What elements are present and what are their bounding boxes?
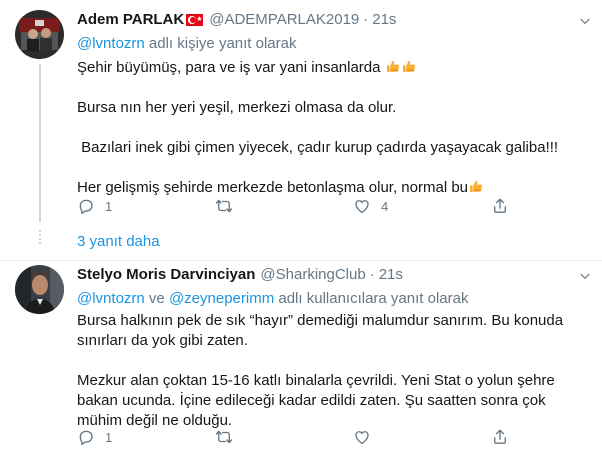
show-more-replies-link[interactable]: 3 yanıt daha (77, 232, 160, 252)
reply-context: @lvntozrn ve @zeyneperimm adlı kullanıcı… (77, 289, 590, 309)
handle[interactable]: @SharkingClub (260, 265, 365, 285)
chevron-down-icon[interactable] (578, 14, 592, 28)
reply-mention[interactable]: @zeyneperimm (169, 290, 274, 307)
reply-button[interactable]: 1 (77, 196, 215, 216)
thread-dots (39, 230, 41, 246)
share-button[interactable] (491, 196, 517, 216)
heart-icon (353, 428, 371, 446)
display-name[interactable]: Adem PARLAK (77, 10, 184, 30)
chevron-down-icon[interactable] (578, 269, 592, 283)
like-button[interactable]: 4 (353, 196, 491, 216)
handle[interactable]: @ADEMPARLAK2019 (209, 10, 359, 30)
share-button[interactable] (491, 427, 517, 447)
share-icon (491, 197, 509, 215)
heart-icon (353, 197, 371, 215)
display-name[interactable]: Stelyo Moris Darvinciyan (77, 265, 255, 285)
reply-context-text: adlı kullanıcılara yanıt olarak (274, 290, 469, 307)
reply-mention[interactable]: @lvntozrn (77, 35, 145, 52)
like-button[interactable] (353, 427, 491, 447)
tweet-line: Şehir büyümüş, para ve iş var yani insan… (77, 59, 381, 76)
separator: · (369, 266, 375, 283)
timestamp[interactable]: 21s (379, 265, 403, 285)
thumbs-up-icon (468, 178, 484, 194)
reply-icon (77, 428, 95, 446)
timestamp[interactable]: 21s (372, 10, 396, 30)
thumbs-up-icon (385, 58, 401, 74)
tweet-line: Her gelişmiş şehirde merkezde betonlaşma… (77, 179, 469, 196)
reply-count: 1 (105, 198, 113, 214)
tweet-text: Bursa halkının pek de sık “hayır” demedi… (77, 311, 590, 431)
tweet[interactable]: Stelyo Moris Darvinciyan @SharkingClub ·… (0, 260, 602, 460)
reply-context-text: ve (144, 290, 169, 307)
thread-line (39, 64, 41, 222)
retweet-button[interactable] (215, 196, 353, 216)
reply-context: @lvntozrn adlı kişiye yanıt olarak (77, 34, 590, 54)
reply-count: 1 (105, 429, 113, 445)
turkey-flag-icon: ★ (186, 14, 204, 26)
tweet-paragraph: Mezkur alan çoktan 15-16 katlı binalarla… (77, 372, 559, 429)
tweet-paragraph: Bursa halkının pek de sık “hayır” demedi… (77, 312, 568, 349)
like-count: 4 (381, 198, 389, 214)
tweet-actions: 1 (77, 427, 517, 447)
tweet[interactable]: Adem PARLAK ★ @ADEMPARLAK2019 · 21s @lvn… (0, 0, 602, 260)
reply-icon (77, 197, 95, 215)
reply-context-text: adlı kişiye yanıt olarak (144, 35, 297, 52)
tweet-line: Bazılari inek gibi çimen yiyecek, çadır … (77, 139, 559, 156)
reply-button[interactable]: 1 (77, 427, 215, 447)
tweet-text: Şehir büyümüş, para ve iş var yani insan… (77, 58, 590, 198)
reply-mention[interactable]: @lvntozrn (77, 290, 145, 307)
avatar[interactable] (15, 265, 64, 314)
thumbs-up-icon (401, 58, 417, 74)
separator: · (363, 11, 369, 28)
share-icon (491, 428, 509, 446)
tweet-actions: 1 4 (77, 196, 517, 216)
tweet-line: Bursa nın her yeri yeşil, merkezi olmasa… (77, 99, 397, 116)
retweet-icon (215, 197, 233, 215)
avatar[interactable] (15, 10, 64, 59)
retweet-icon (215, 428, 233, 446)
retweet-button[interactable] (215, 427, 353, 447)
